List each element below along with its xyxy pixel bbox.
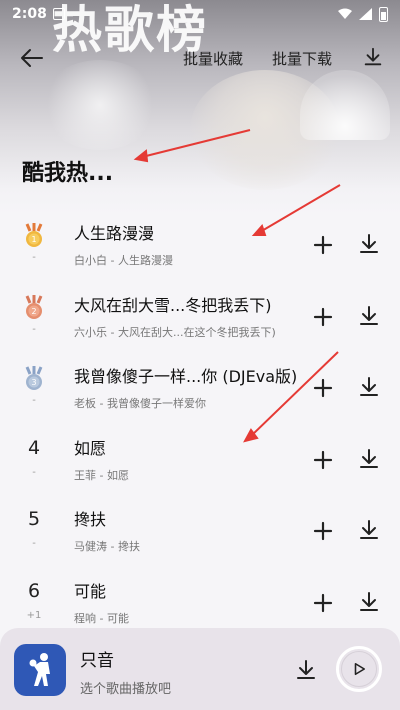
signal-icon — [359, 8, 372, 20]
song-subtitle: 六小乐 - 大风在刮大...在这个冬把我丢下) — [74, 325, 276, 339]
rank-number-box: 5 — [18, 508, 50, 530]
top-toolbar: 批量收藏 批量下载 — [0, 40, 400, 76]
song-row[interactable]: 5 - 搀扶 马健涛 - 搀扶 — [0, 486, 400, 558]
batch-download-button[interactable]: 批量下载 — [272, 48, 332, 69]
player-title: 只音 — [80, 651, 114, 671]
download-icon[interactable] — [357, 447, 381, 471]
add-icon[interactable] — [312, 234, 334, 256]
add-icon[interactable] — [312, 377, 334, 399]
download-icon[interactable] — [357, 590, 381, 614]
song-title: 可能 — [74, 581, 107, 601]
download-icon[interactable] — [294, 658, 318, 682]
back-arrow-icon[interactable] — [20, 48, 44, 68]
play-ring — [341, 651, 377, 687]
rank-change: - — [32, 323, 36, 335]
song-row[interactable]: 4 - 如愿 王菲 - 如愿 — [0, 415, 400, 487]
batch-collect-button[interactable]: 批量收藏 — [183, 48, 243, 69]
rank-number-box: 4 — [18, 437, 50, 459]
battery-icon — [379, 6, 388, 22]
download-icon[interactable] — [357, 304, 381, 328]
medal-rank-number: 1 — [31, 235, 37, 244]
wifi-icon — [338, 8, 352, 19]
song-row[interactable]: 2 - 大风在刮大雪...冬把我丢下) 六小乐 - 大风在刮大...在这个冬把我… — [0, 272, 400, 344]
rank-change: - — [32, 466, 36, 478]
playlist-title: 酷我热... — [22, 161, 114, 186]
add-icon[interactable] — [312, 306, 334, 328]
player-subtitle: 选个歌曲播放吧 — [80, 682, 172, 697]
notification-icon — [52, 8, 65, 20]
rank-change: +1 — [26, 609, 42, 621]
add-icon[interactable] — [312, 520, 334, 542]
rank-number-box: 6 — [18, 580, 50, 602]
medal-rank-number: 2 — [31, 306, 37, 316]
play-icon — [354, 662, 366, 676]
song-list: 1 - 人生路漫漫 白小白 - 人生路漫漫 2 - 大风在刮大雪...冬把我丢下… — [0, 200, 400, 629]
song-subtitle: 老板 - 我曾像傻子一样爱你 — [74, 397, 206, 410]
add-icon[interactable] — [312, 592, 334, 614]
song-row[interactable]: 6 +1 可能 程响 - 可能 — [0, 558, 400, 630]
status-time: 2:08 — [12, 6, 47, 22]
download-icon[interactable] — [357, 232, 381, 256]
song-row[interactable]: 3 - 我曾像傻子一样...你 (DJEva版) 老板 - 我曾像傻子一样爱你 — [0, 343, 400, 415]
song-subtitle: 程响 - 可能 — [74, 611, 129, 625]
download-icon[interactable] — [357, 375, 381, 399]
song-row[interactable]: 1 - 人生路漫漫 白小白 - 人生路漫漫 — [0, 200, 400, 272]
song-title: 我曾像傻子一样...你 (DJEva版) — [74, 367, 298, 386]
hero-photo-lamp — [300, 70, 390, 140]
download-icon[interactable] — [362, 46, 384, 68]
rank-change: - — [32, 395, 36, 406]
song-title: 大风在刮大雪...冬把我丢下) — [74, 295, 272, 315]
album-cover[interactable] — [14, 644, 66, 696]
basketball-player-icon — [29, 653, 50, 686]
rank-number: 4 — [27, 436, 41, 459]
song-title: 人生路漫漫 — [74, 224, 155, 243]
rank-number: 6 — [27, 579, 41, 602]
rank-change: - — [32, 538, 36, 549]
play-button[interactable] — [336, 646, 382, 692]
song-subtitle: 白小白 - 人生路漫漫 — [74, 254, 173, 267]
add-icon[interactable] — [312, 449, 334, 471]
song-title: 如愿 — [74, 438, 107, 458]
rank-number: 5 — [27, 508, 41, 530]
rank-change: - — [32, 252, 36, 263]
song-title: 搀扶 — [74, 510, 107, 529]
medal-rank-number: 3 — [31, 378, 37, 387]
song-subtitle: 王菲 - 如愿 — [74, 468, 129, 482]
download-icon[interactable] — [357, 518, 381, 542]
status-bar: 2:08 — [0, 0, 400, 28]
mini-player[interactable]: 只音 选个歌曲播放吧 — [0, 628, 400, 710]
song-subtitle: 马健涛 - 搀扶 — [74, 540, 140, 553]
